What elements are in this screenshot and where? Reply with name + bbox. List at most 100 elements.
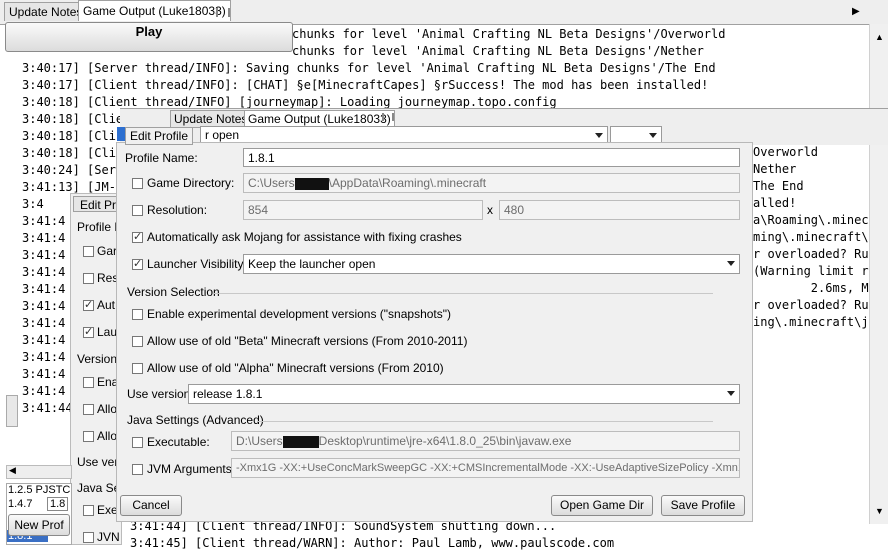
back-label-1: Gar [97, 244, 118, 258]
middle-tab-grip[interactable] [382, 113, 394, 121]
version-separator [213, 293, 713, 294]
redaction [282, 435, 319, 448]
left-scrollbar[interactable] [6, 395, 18, 427]
visibility-select-text: Keep the launcher open [248, 257, 376, 271]
beta-checkbox[interactable] [132, 336, 143, 347]
executable-input[interactable]: D:\Users Desktop\runtime\jre-x64\1.8.0_25… [231, 431, 740, 451]
visibility-label: Launcher Visibility: [147, 257, 247, 271]
log-line: 3:40:17] [Server thread/INFO]: Saving ch… [22, 61, 716, 75]
chevron-down-icon [649, 133, 657, 138]
visibility-checkbox[interactable] [132, 257, 143, 270]
resolution-height-input[interactable]: 480 [499, 200, 740, 220]
version-section-title: Version Selection [127, 285, 220, 299]
tab-scroll-grip[interactable] [216, 8, 230, 17]
snapshots-checkbox[interactable] [132, 309, 143, 320]
resolution-checkbox[interactable] [132, 205, 143, 216]
middle-window: Update Notes Game Output (Luke18033) r o… [120, 108, 888, 145]
auto-ask-checkbox[interactable] [132, 230, 143, 243]
use-version-select[interactable]: release 1.8.1 [188, 384, 740, 404]
auto-ask-label: Automatically ask Mojang for assistance … [147, 230, 462, 244]
tab-scroll-right-icon[interactable]: ▶ [852, 6, 860, 17]
back-checkbox-2[interactable] [83, 273, 94, 284]
scroll-up-icon[interactable]: ▲ [875, 32, 884, 42]
back-edit-profile-tab[interactable]: Edit Pro [73, 196, 119, 212]
h-scrollbar[interactable]: ◀ [6, 465, 72, 479]
log-line: Overworld [753, 145, 819, 159]
executable-label: Executable: [147, 435, 210, 449]
back-checkbox-8[interactable] [83, 505, 94, 516]
log-line: 3:41:45] [Client thread/WARN]: Author: P… [130, 536, 615, 550]
log-line: (Warning limit reac [753, 264, 888, 278]
tab-update-notes[interactable]: Update Notes [4, 2, 88, 21]
open-game-dir-button[interactable]: Open Game Dir [551, 495, 653, 516]
jvm-checkbox[interactable] [132, 464, 143, 475]
use-version-label: Use version: [127, 387, 194, 401]
chevron-down-icon [727, 391, 735, 396]
jvm-args-input[interactable]: -Xmx1G -XX:+UseConcMarkSweepGC -XX:+CMSI… [231, 458, 740, 478]
back-checkbox-5[interactable] [83, 377, 94, 388]
redaction [294, 177, 329, 190]
log-line: r overloaded? Runni [753, 247, 888, 261]
chevron-down-icon [595, 133, 603, 138]
back-label-3: Aut [97, 298, 116, 312]
scroll-down-icon[interactable]: ▼ [875, 506, 884, 516]
resolution-label: Resolution: [147, 203, 208, 217]
use-version-select-text: release 1.8.1 [193, 387, 263, 401]
log-line: r overloaded? Runni [753, 298, 888, 312]
back-label-7: Allo [97, 429, 118, 443]
back-label-9: JVN [97, 530, 120, 544]
resolution-width-input[interactable]: 854 [243, 200, 483, 220]
dialog-icon [117, 127, 125, 141]
game-dir-prefix: C:\Users [248, 176, 295, 190]
game-dir-suffix: \AppData\Roaming\.minecraft [328, 176, 487, 190]
executable-suffix: Desktop\runtime\jre-x64\1.8.0_25\bin\jav… [318, 434, 572, 448]
alpha-checkbox[interactable] [132, 363, 143, 374]
profile-name-label: Profile Name: [125, 151, 198, 165]
version-item[interactable]: 1.8 [47, 497, 69, 511]
java-section-title: Java Settings (Advanced) [127, 413, 264, 427]
resolution-x: x [487, 203, 493, 217]
back-label-java: Java Se [77, 481, 121, 495]
back-checkbox-6[interactable] [83, 404, 94, 415]
beta-label: Allow use of old "Beta" Minecraft versio… [147, 334, 468, 348]
executable-checkbox[interactable] [132, 437, 143, 448]
log-line: a\Roaming\.minecraf [753, 213, 888, 227]
back-edit-profile-panel: Edit Pro Profile N Gar Res Aut Lau Versi… [70, 193, 123, 545]
edit-profile-dialog: Edit Profile Profile Name: 1.8.1 Game Di… [116, 127, 753, 522]
version-item[interactable]: 1.2.5 PJSTC [8, 484, 70, 496]
game-dir-checkbox[interactable] [132, 178, 143, 189]
version-item[interactable]: 1.4.7 [8, 498, 32, 510]
scroll-left-icon[interactable]: ◀ [9, 465, 16, 476]
back-label-version: Version [77, 352, 118, 366]
back-checkbox-4[interactable] [83, 325, 94, 338]
back-label-use-version: Use ver [77, 455, 119, 469]
log-scrollbar[interactable]: ▲ ▼ [869, 24, 888, 524]
log-line: chunks for level 'Animal Crafting NL Bet… [292, 27, 726, 41]
back-label-8: Exe [97, 503, 118, 517]
chevron-down-icon [727, 261, 735, 266]
back-checkbox-3[interactable] [83, 298, 94, 311]
executable-prefix: D:\Users [236, 434, 283, 448]
profile-name-input[interactable]: 1.8.1 [243, 148, 740, 167]
log-line: 3:40:17] [Client thread/INFO]: [CHAT] §e… [22, 78, 709, 92]
log-line: chunks for level 'Animal Crafting NL Bet… [292, 44, 704, 58]
visibility-select[interactable]: Keep the launcher open [243, 254, 740, 274]
tab-game-output[interactable]: Game Output (Luke18033) [78, 0, 231, 21]
java-separator [257, 421, 713, 422]
log-line: Nether [753, 162, 797, 176]
cancel-button[interactable]: Cancel [120, 495, 182, 516]
back-checkbox-7[interactable] [83, 431, 94, 442]
save-profile-button[interactable]: Save Profile [661, 495, 745, 516]
jvm-label: JVM Arguments: [147, 462, 236, 476]
game-dir-input[interactable]: C:\Users \AppData\Roaming\.minecraft [243, 173, 740, 193]
back-checkbox-1[interactable] [83, 246, 94, 257]
log-line: 2.6ms, Max: [753, 281, 888, 295]
edit-profile-tab[interactable]: Edit Profile [125, 127, 194, 145]
alpha-label: Allow use of old "Alpha" Minecraft versi… [147, 361, 444, 375]
log-line: ming\.minecraft\jou [753, 230, 888, 244]
back-checkbox-9[interactable] [83, 532, 94, 543]
new-profile-button[interactable]: New Prof [8, 514, 70, 536]
back-label-4: Lau [97, 325, 118, 339]
snapshots-label: Enable experimental development versions… [147, 307, 452, 321]
back-label-6: Allo [97, 402, 118, 416]
